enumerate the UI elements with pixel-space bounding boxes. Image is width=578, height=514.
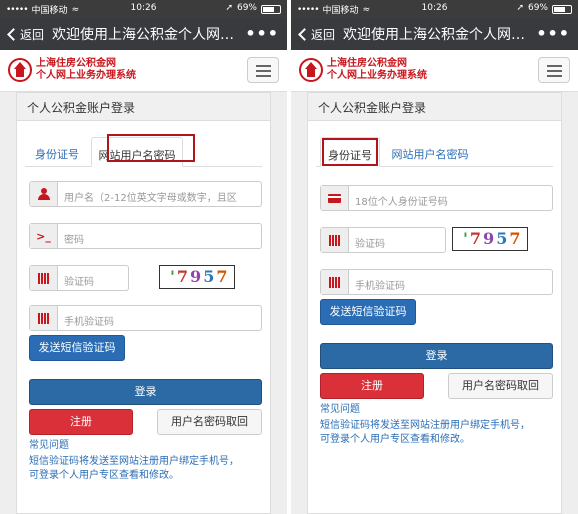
password-placeholder: 密码 xyxy=(64,235,84,246)
sms-code-placeholder: 手机验证码 xyxy=(355,281,405,292)
back-label: 返回 xyxy=(20,27,45,42)
back-label: 返回 xyxy=(311,27,336,42)
recover-password-button[interactable]: 用户名密码取回 xyxy=(157,409,262,435)
highlight-box xyxy=(107,134,195,162)
register-button[interactable]: 注册 xyxy=(320,373,424,399)
barcode-icon xyxy=(37,272,50,284)
status-bar: ••••• 中国移动 ≈ 10:26 ➚ 69% xyxy=(0,0,287,18)
hamburger-menu-button[interactable] xyxy=(538,57,570,83)
barcode-icon xyxy=(37,312,50,324)
back-button[interactable]: 返回 xyxy=(291,26,343,43)
house-logo-icon xyxy=(8,58,32,82)
panel-title: 个人公积金账户登录 xyxy=(17,93,270,121)
phone-screen-right: ••••• 中国移动 ≈ 10:26 ➚ 69% 返回 欢迎使用上海公积金个人网… xyxy=(291,0,578,514)
login-panel: 个人公积金账户登录 身份证号 网站用户名密码 用户名（2-12位英文字母或数字，… xyxy=(16,92,271,514)
house-logo-icon xyxy=(299,58,323,82)
sms-code-field[interactable]: 手机验证码 xyxy=(320,269,553,295)
faq-text-line2: 可登录个人用户专区查看和修改。 xyxy=(29,470,179,481)
barcode-icon xyxy=(328,276,341,288)
captcha-image[interactable]: '7957 xyxy=(159,265,235,289)
chevron-left-icon xyxy=(298,27,311,41)
tab-id-card[interactable]: 身份证号 xyxy=(25,137,89,167)
site-header: 上海住房公积金网 个人网上业务办理系统 xyxy=(291,50,578,92)
navigation-bar: 返回 欢迎使用上海公积金个人网… ••• xyxy=(291,18,578,50)
id-number-field[interactable]: 18位个人身份证号码 xyxy=(320,185,553,211)
faq-text-line2: 可登录个人用户专区查看和修改。 xyxy=(320,434,470,445)
panel-title: 个人公积金账户登录 xyxy=(308,93,561,121)
more-menu-button[interactable]: ••• xyxy=(536,24,570,43)
site-logo-text: 上海住房公积金网 个人网上业务办理系统 xyxy=(327,58,427,81)
register-button[interactable]: 注册 xyxy=(29,409,133,435)
location-icon: ➚ xyxy=(225,3,233,13)
highlight-box xyxy=(322,138,378,166)
phone-screen-left: ••••• 中国移动 ≈ 10:26 ➚ 69% 返回 欢迎使用上海公积金个人网… xyxy=(0,0,287,514)
navigation-bar: 返回 欢迎使用上海公积金个人网… ••• xyxy=(0,18,287,50)
hamburger-menu-button[interactable] xyxy=(247,57,279,83)
battery-icon xyxy=(552,4,572,14)
status-bar: ••••• 中国移动 ≈ 10:26 ➚ 69% xyxy=(291,0,578,18)
site-header: 上海住房公积金网 个人网上业务办理系统 xyxy=(0,50,287,92)
faq-text-line1: 短信验证码将发送至网站注册用户绑定手机号， xyxy=(320,420,530,431)
captcha-field[interactable]: 验证码 xyxy=(320,227,446,253)
sms-code-field[interactable]: 手机验证码 xyxy=(29,305,262,331)
terminal-icon: >_ xyxy=(30,224,58,248)
tab-web-user[interactable]: 网站用户名密码 xyxy=(384,137,476,167)
battery-icon xyxy=(261,4,281,14)
username-field[interactable]: 用户名（2-12位英文字母或数字，且区 xyxy=(29,181,262,207)
send-sms-button[interactable]: 发送短信验证码 xyxy=(29,335,125,361)
faq-link[interactable]: 常见问题 xyxy=(320,403,360,417)
more-menu-button[interactable]: ••• xyxy=(245,24,279,43)
recover-password-button[interactable]: 用户名密码取回 xyxy=(448,373,553,399)
username-placeholder: 用户名（2-12位英文字母或数字，且区 xyxy=(64,193,237,204)
user-icon xyxy=(37,188,50,200)
captcha-field[interactable]: 验证码 xyxy=(29,265,129,291)
login-panel: 个人公积金账户登录 身份证号 网站用户名密码 18位个人身份证号码 验证码 '7… xyxy=(307,92,562,514)
id-card-icon xyxy=(328,193,341,203)
chevron-left-icon xyxy=(7,27,20,41)
send-sms-button[interactable]: 发送短信验证码 xyxy=(320,299,416,325)
faq-link[interactable]: 常见问题 xyxy=(29,439,69,453)
login-button[interactable]: 登录 xyxy=(29,379,262,405)
captcha-image[interactable]: '7957 xyxy=(452,227,528,251)
id-number-placeholder: 18位个人身份证号码 xyxy=(355,197,448,208)
sms-code-placeholder: 手机验证码 xyxy=(64,317,114,328)
faq-text-line1: 短信验证码将发送至网站注册用户绑定手机号， xyxy=(29,456,239,467)
login-button[interactable]: 登录 xyxy=(320,343,553,369)
password-field[interactable]: >_ 密码 xyxy=(29,223,262,249)
back-button[interactable]: 返回 xyxy=(0,26,52,43)
battery-percent: 69% xyxy=(236,3,257,13)
captcha-placeholder: 验证码 xyxy=(64,277,94,288)
location-icon: ➚ xyxy=(516,3,524,13)
captcha-placeholder: 验证码 xyxy=(355,239,385,250)
site-logo-text: 上海住房公积金网 个人网上业务办理系统 xyxy=(36,58,136,81)
barcode-icon xyxy=(328,234,341,246)
battery-percent: 69% xyxy=(527,3,548,13)
